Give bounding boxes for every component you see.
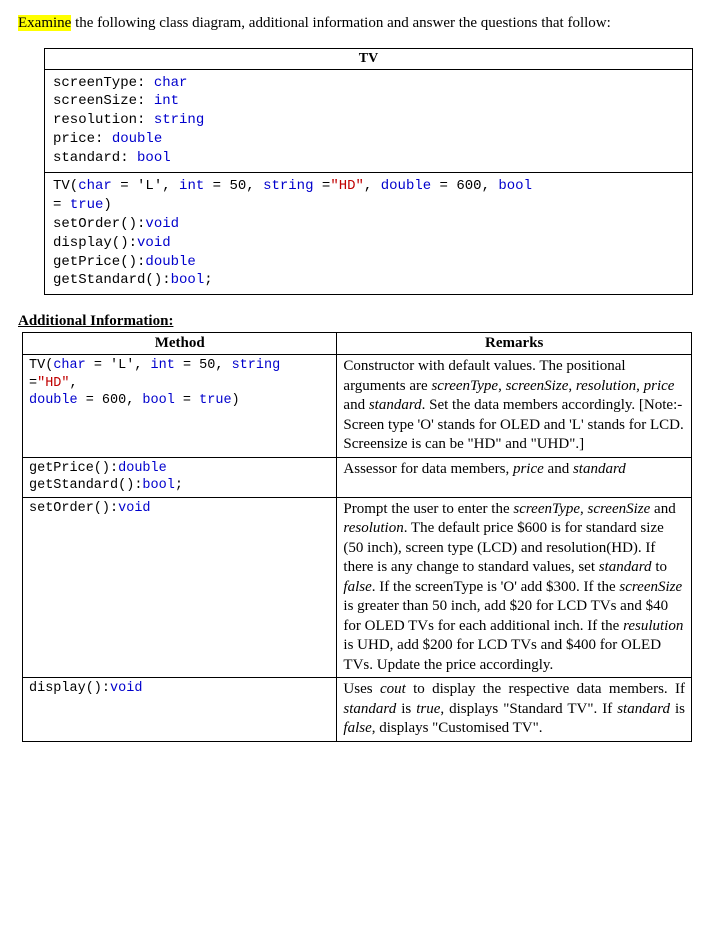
intro-rest: the following class diagram, additional …: [71, 15, 610, 31]
method-cell: setOrder():void: [23, 497, 337, 678]
op-line: display():void: [53, 234, 684, 253]
attr-line: screenType: char: [53, 74, 684, 93]
table-row: display():voidUses cout to display the r…: [23, 678, 692, 742]
remarks-cell: Uses cout to display the respective data…: [337, 678, 692, 742]
table-header-row: Method Remarks: [23, 333, 692, 355]
remarks-cell: Constructor with default values. The pos…: [337, 355, 692, 458]
class-attributes: screenType: charscreenSize: intresolutio…: [45, 70, 692, 173]
attr-line: standard: bool: [53, 149, 684, 168]
op-line: TV(char = 'L', int = 50, string ="HD", d…: [53, 177, 684, 196]
attr-line: resolution: string: [53, 111, 684, 130]
remarks-cell: Assessor for data members, price and sta…: [337, 457, 692, 497]
additional-info-heading: Additional Information:: [18, 313, 703, 330]
op-line: getPrice():double: [53, 253, 684, 272]
op-line: setOrder():void: [53, 215, 684, 234]
class-diagram: TV screenType: charscreenSize: intresolu…: [44, 48, 693, 296]
remarks-cell: Prompt the user to enter the screenType,…: [337, 497, 692, 678]
attr-line: screenSize: int: [53, 92, 684, 111]
op-line: getStandard():bool;: [53, 271, 684, 290]
col-remarks: Remarks: [337, 333, 692, 355]
method-table: Method Remarks TV(char = 'L', int = 50, …: [22, 332, 692, 742]
question-intro: Examine the following class diagram, add…: [18, 14, 703, 34]
method-cell: display():void: [23, 678, 337, 742]
method-cell: TV(char = 'L', int = 50, string ="HD", d…: [23, 355, 337, 458]
class-operations: TV(char = 'L', int = 50, string ="HD", d…: [45, 173, 692, 294]
col-method: Method: [23, 333, 337, 355]
table-row: getPrice():double getStandard():bool;Ass…: [23, 457, 692, 497]
op-line: = true): [53, 196, 684, 215]
method-cell: getPrice():double getStandard():bool;: [23, 457, 337, 497]
attr-line: price: double: [53, 130, 684, 149]
table-row: TV(char = 'L', int = 50, string ="HD", d…: [23, 355, 692, 458]
class-name: TV: [45, 49, 692, 70]
table-row: setOrder():voidPrompt the user to enter …: [23, 497, 692, 678]
highlighted-word: Examine: [18, 15, 71, 31]
